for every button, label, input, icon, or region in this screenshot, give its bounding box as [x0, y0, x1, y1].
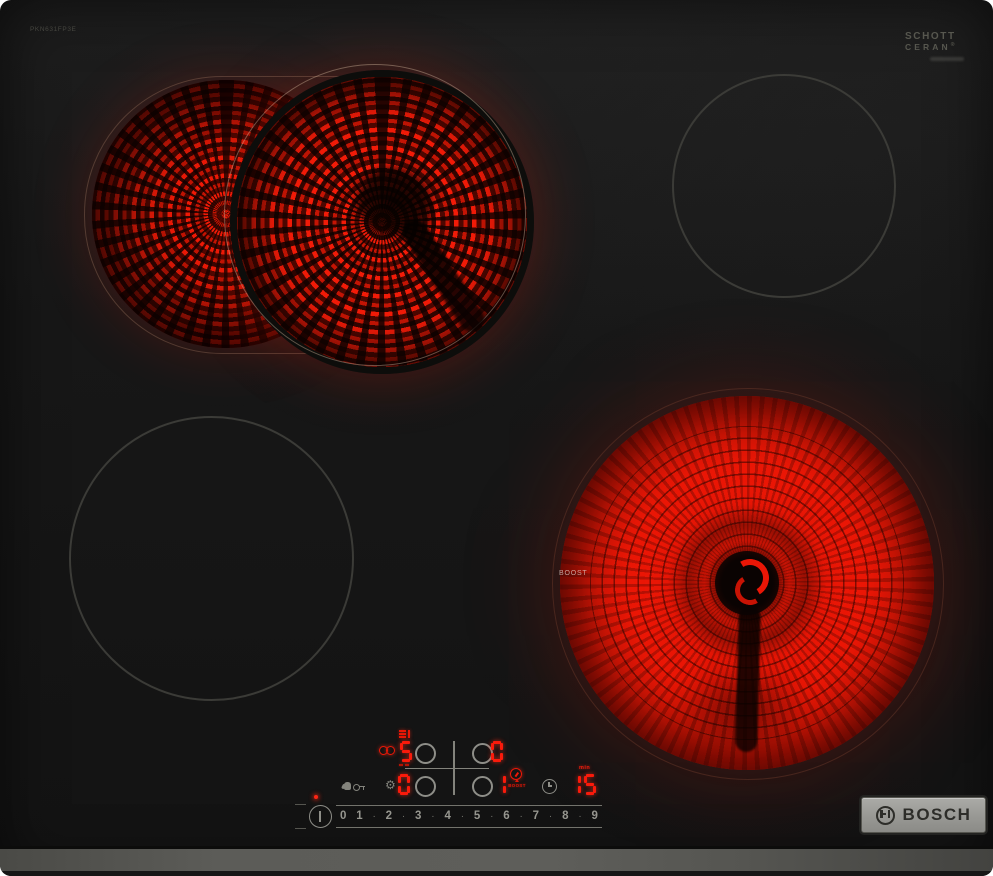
zone-key-front-right[interactable]: [472, 776, 493, 797]
slider-number-8[interactable]: 8: [562, 811, 568, 823]
power-level-slider[interactable]: 0 1 · 2 · 3 · 4 · 5 · 6 · 7 · 8 · 9: [340, 809, 598, 824]
rear-right-zone: [672, 74, 896, 298]
child-lock-key-icon: [363, 787, 365, 790]
slider-dot: ·: [431, 812, 434, 822]
slider-border: [336, 805, 602, 806]
registered-mark: ®: [951, 42, 955, 48]
zone-key-rear-left[interactable]: [415, 743, 436, 764]
panel-divider: [295, 828, 306, 829]
slider-number-0[interactable]: 0: [340, 811, 346, 823]
boost-indicator: BOOST: [505, 768, 529, 790]
bosch-logo-badge: BOSCH: [861, 797, 986, 833]
schott-ceran-line2: CERAN®: [905, 43, 956, 52]
zone-key-front-left[interactable]: [415, 776, 436, 797]
bosch-symbol-icon: [876, 806, 895, 825]
settings-gear-icon[interactable]: ⚙: [385, 779, 396, 791]
timer-clock-icon[interactable]: [542, 779, 557, 794]
slider-dot: ·: [490, 812, 493, 822]
slider-dot: ·: [372, 812, 375, 822]
slider-dot: ·: [402, 812, 405, 822]
boost-label: BOOST: [505, 783, 529, 788]
slider-dot: ·: [461, 812, 464, 822]
front-trim: [0, 846, 993, 874]
model-number: PKN631FP3E: [30, 26, 76, 33]
extension-indicator-icon: [399, 730, 411, 738]
bosch-logo-text: BOSCH: [903, 805, 972, 825]
display-rear-right-level: [491, 741, 506, 762]
slider-border: [336, 827, 602, 828]
slider-number-1[interactable]: 1: [356, 811, 362, 823]
front-left-zone: [69, 416, 354, 701]
slider-number-7[interactable]: 7: [533, 811, 539, 823]
child-lock-key[interactable]: [342, 780, 366, 793]
ceran-fine-print: [930, 57, 964, 61]
panel-divider: [295, 804, 306, 805]
element-lead-shadow: [735, 606, 761, 753]
display-rear-left-level: [400, 741, 415, 762]
display-timer: [569, 774, 599, 795]
slider-number-2[interactable]: 2: [386, 811, 392, 823]
schott-ceran-logo: SCHOTT CERAN®: [905, 32, 956, 51]
zone-key-rear-right[interactable]: [472, 743, 493, 764]
timer-unit-label: min: [579, 765, 590, 771]
boost-arrow-icon: [515, 779, 519, 782]
slider-number-9[interactable]: 9: [591, 811, 597, 823]
slider-number-3[interactable]: 3: [415, 811, 421, 823]
slider-number-4[interactable]: 4: [444, 811, 450, 823]
dual-zone-indicator-icon: [379, 746, 397, 755]
child-lock-hand-icon: [344, 782, 351, 790]
power-button[interactable]: [309, 805, 332, 828]
boost-zone-print: BOOST: [559, 570, 588, 577]
element-hub: [715, 551, 779, 615]
slider-number-6[interactable]: 6: [503, 811, 509, 823]
cooktop-glass-surface: PKN631FP3E SCHOTT CERAN® BOOST: [0, 0, 993, 876]
slider-number-5[interactable]: 5: [474, 811, 480, 823]
slider-dot: ·: [549, 812, 552, 822]
front-trim-edge: [0, 871, 993, 876]
display-front-left-level: [398, 774, 413, 795]
power-indicator-led: [314, 795, 318, 799]
slider-dot: ·: [578, 812, 581, 822]
control-panel: BOOST min ⚙ 0 1 · 2 · 3 · 4: [295, 725, 617, 837]
zone-map-divider: [405, 768, 489, 770]
slider-dot: ·: [520, 812, 523, 822]
